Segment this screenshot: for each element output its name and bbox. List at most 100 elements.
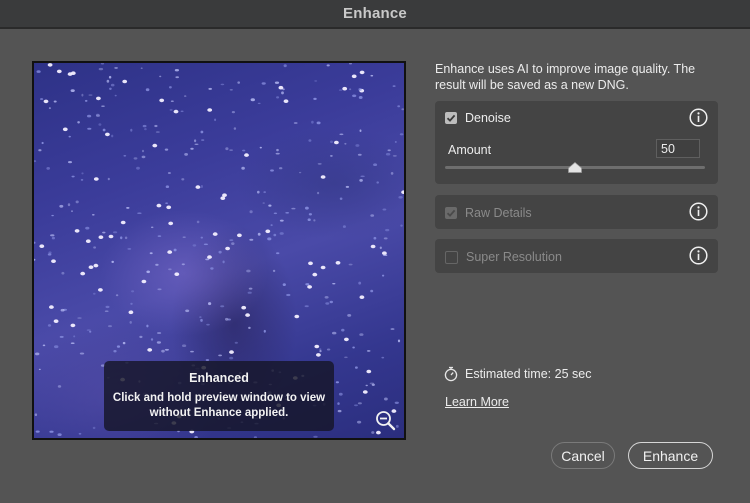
star [214, 118, 217, 122]
star [283, 99, 289, 103]
super-resolution-row: Super Resolution [445, 250, 562, 264]
star [369, 382, 375, 385]
star [385, 228, 390, 232]
star [342, 86, 348, 91]
star [36, 70, 41, 73]
star [98, 288, 103, 292]
star [314, 80, 318, 82]
star [366, 369, 372, 374]
star [324, 296, 329, 299]
star [142, 124, 147, 128]
star [89, 330, 92, 333]
star [203, 243, 208, 246]
star [247, 291, 252, 294]
star [208, 302, 212, 306]
star [85, 226, 90, 230]
info-icon[interactable] [689, 202, 708, 221]
star [332, 331, 337, 335]
star [81, 93, 84, 97]
star [54, 345, 59, 349]
star [46, 167, 50, 170]
star [401, 108, 404, 111]
star [382, 251, 387, 255]
star [382, 208, 387, 211]
star [283, 64, 287, 68]
star [174, 272, 180, 276]
star [39, 244, 45, 248]
star [104, 310, 109, 312]
enhance-button[interactable]: Enhance [628, 442, 713, 469]
star [167, 250, 173, 254]
star [344, 337, 349, 342]
star [354, 404, 358, 407]
star [207, 108, 213, 112]
star [173, 109, 179, 114]
star [344, 356, 348, 359]
star [382, 274, 385, 277]
star [229, 239, 234, 242]
cancel-button[interactable]: Cancel [551, 442, 615, 469]
zoom-out-icon[interactable] [375, 410, 397, 432]
star [359, 179, 363, 182]
amount-slider[interactable] [445, 161, 705, 173]
star [91, 214, 95, 216]
raw-details-checkbox[interactable] [445, 207, 457, 219]
star [192, 244, 197, 247]
star [357, 420, 362, 424]
star [392, 85, 396, 87]
star [150, 226, 154, 229]
star [207, 255, 212, 259]
star [231, 111, 235, 114]
star [49, 430, 54, 433]
star [218, 354, 223, 357]
star [164, 348, 169, 351]
star [371, 431, 375, 434]
overlay-message: Click and hold preview window to view wi… [104, 391, 334, 421]
star [182, 236, 186, 238]
super-resolution-panel: Super Resolution [435, 239, 718, 273]
denoise-checkbox[interactable] [445, 112, 457, 124]
star [349, 88, 352, 91]
star [359, 295, 365, 299]
star [194, 139, 197, 143]
star [257, 190, 260, 194]
star [351, 74, 357, 79]
star [342, 225, 346, 228]
star [38, 368, 41, 371]
star [229, 350, 234, 354]
star [182, 344, 187, 348]
star [357, 402, 362, 405]
amount-input[interactable] [656, 139, 700, 158]
star [124, 236, 128, 240]
star [146, 324, 149, 328]
learn-more-link[interactable]: Learn More [445, 395, 509, 409]
star [35, 352, 40, 356]
star [330, 140, 333, 144]
star [108, 325, 112, 328]
slider-thumb[interactable] [568, 160, 582, 173]
star [307, 285, 312, 289]
window-title: Enhance [343, 5, 407, 22]
star [133, 157, 138, 160]
star [154, 124, 158, 128]
star [157, 288, 162, 291]
star [400, 224, 403, 227]
star [308, 213, 312, 216]
star [246, 269, 251, 273]
star [77, 121, 80, 124]
star [48, 251, 52, 254]
star [358, 96, 363, 99]
star [195, 185, 201, 189]
star [314, 344, 320, 349]
star [376, 181, 380, 184]
info-icon[interactable] [689, 246, 708, 265]
star [105, 132, 110, 137]
star [285, 212, 290, 214]
preview-window[interactable]: Enhanced Click and hold preview window t… [32, 61, 406, 440]
star [390, 328, 395, 330]
star [279, 232, 284, 235]
info-icon[interactable] [689, 108, 708, 127]
super-resolution-checkbox[interactable] [445, 250, 458, 264]
star [345, 185, 350, 188]
star [173, 248, 177, 252]
